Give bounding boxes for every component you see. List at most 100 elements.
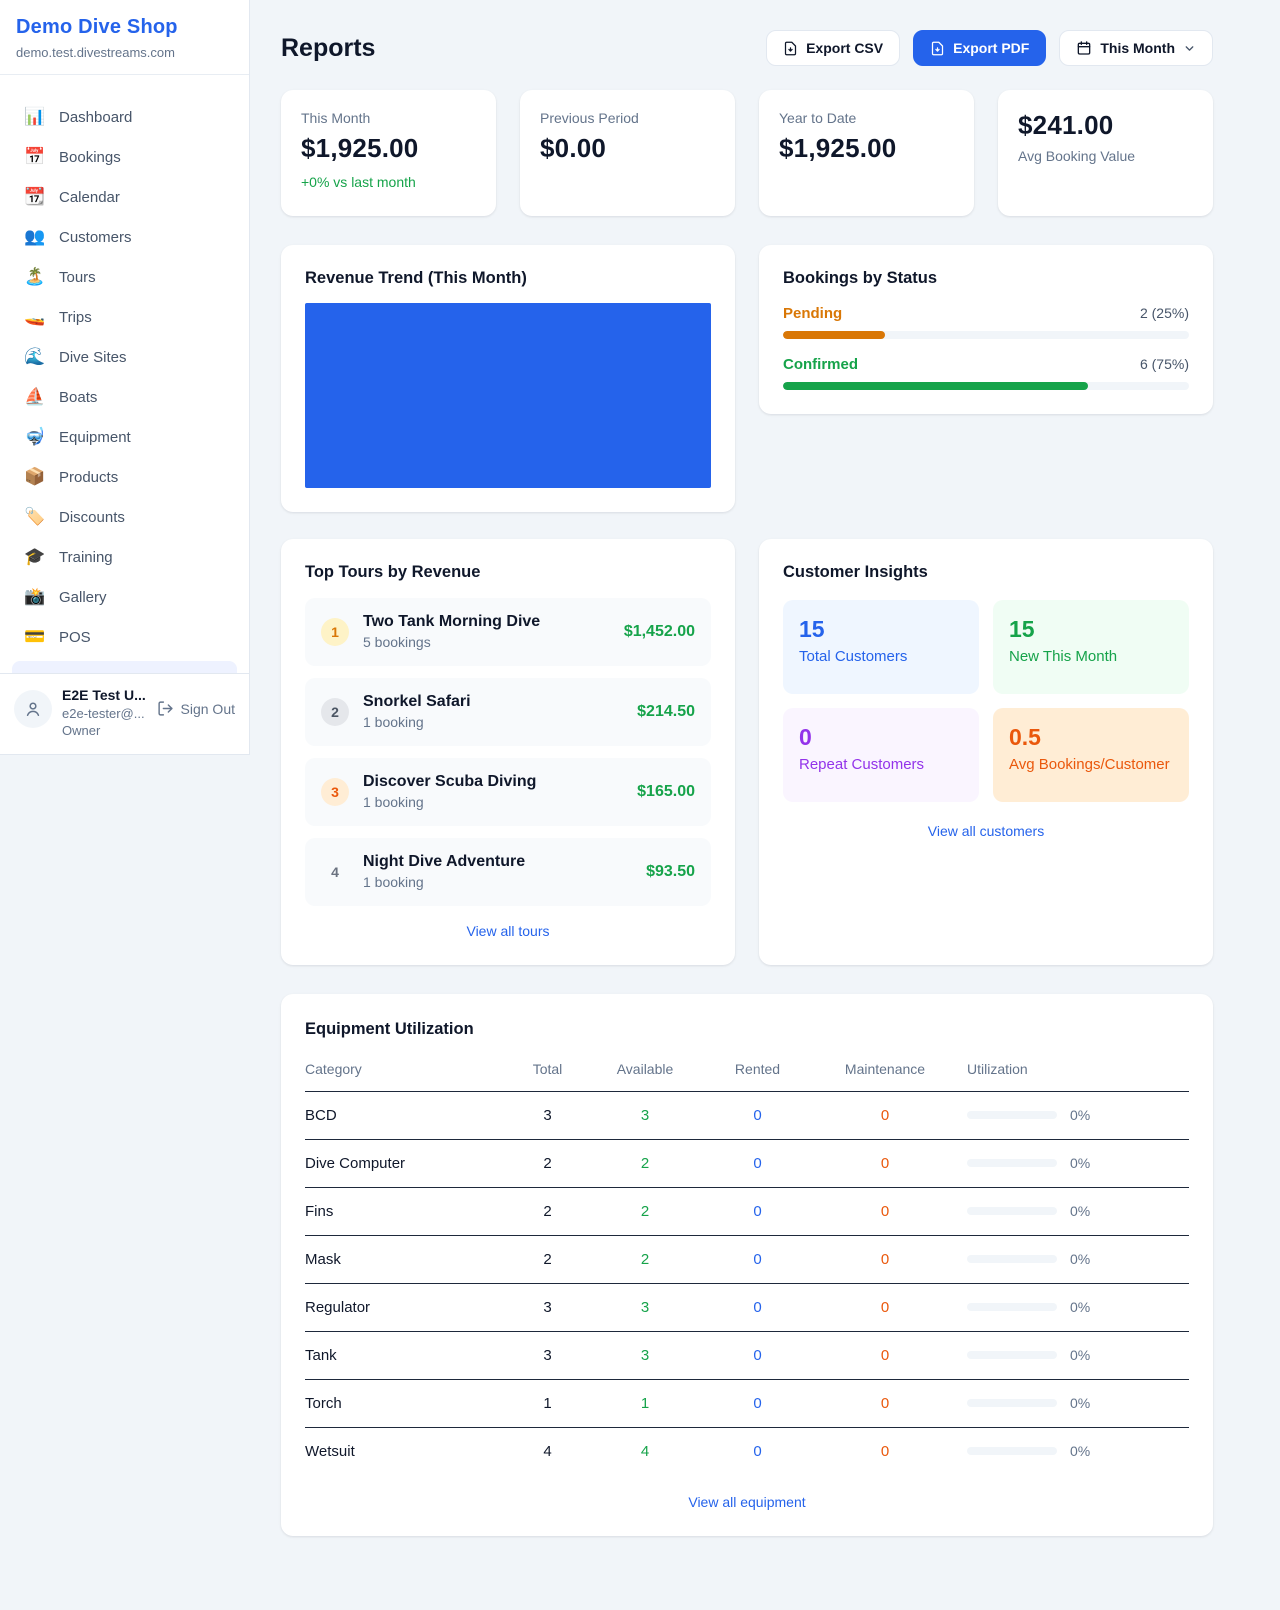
top-tours-title: Top Tours by Revenue [305,563,711,582]
equipment-utilization-title: Equipment Utilization [305,1020,1189,1039]
bookings-icon: 📅 [24,147,46,167]
progress-fill [783,382,1088,390]
utilization-bar [967,1303,1057,1311]
tour-amount: $93.50 [646,863,695,881]
discounts-icon: 🏷️ [24,507,46,527]
sidebar-item-dashboard[interactable]: 📊Dashboard [12,97,237,137]
products-icon: 📦 [24,467,46,487]
progress-track [783,382,1189,390]
sidebar-item-customers[interactable]: 👥Customers [12,217,237,257]
charts-row: Revenue Trend (This Month) Bookings by S… [281,245,1213,512]
table-row: Dive Computer 2 2 0 0 0% [305,1139,1189,1187]
sidebar-item-pos[interactable]: 💳POS [12,617,237,657]
tour-bookings: 1 booking [363,713,471,733]
stat-card-year-to-date: Year to Date $1,925.00 [759,90,974,216]
revenue-trend-chart [305,303,711,488]
table-row: Wetsuit 4 4 0 0 0% [305,1427,1189,1475]
pos-icon: 💳 [24,627,46,647]
sidebar-item-trips[interactable]: 🚤Trips [12,297,237,337]
tour-row[interactable]: 2 Snorkel Safari1 booking $214.50 [305,678,711,746]
stat-trend-note: +0% vs last month [301,174,476,190]
sidebar-item-calendar[interactable]: 📆Calendar [12,177,237,217]
calendar-icon: 📆 [24,187,46,207]
table-row: Torch 1 1 0 0 0% [305,1379,1189,1427]
sidebar-item-training[interactable]: 🎓Training [12,537,237,577]
status-item-pending: Pending 2 (25%) [783,305,1189,339]
sidebar-item-equipment[interactable]: 🤿Equipment [12,417,237,457]
sidebar-item-dive-sites[interactable]: 🌊Dive Sites [12,337,237,377]
status-count: 6 (75%) [1140,356,1189,372]
app-root: Demo Dive Shop demo.test.divestreams.com… [0,0,1280,1596]
table-row: Fins 2 2 0 0 0% [305,1187,1189,1235]
chevron-down-icon [1183,42,1196,55]
sign-out-button[interactable]: Sign Out [157,700,235,717]
training-icon: 🎓 [24,547,46,567]
sidebar-item-discounts[interactable]: 🏷️Discounts [12,497,237,537]
tour-row[interactable]: 3 Discover Scuba Diving1 booking $165.00 [305,758,711,826]
customer-insights-title: Customer Insights [783,563,1189,582]
tour-row[interactable]: 4 Night Dive Adventure1 booking $93.50 [305,838,711,906]
calendar-icon [1076,40,1092,56]
export-pdf-button[interactable]: Export PDF [913,30,1046,66]
status-label: Confirmed [783,356,858,373]
insight-tile-avg-bookings: 0.5 Avg Bookings/Customer [993,708,1189,802]
page-header: Reports Export CSV Export PDF This Month [281,30,1213,66]
sidebar: Demo Dive Shop demo.test.divestreams.com… [0,0,250,755]
person-icon [23,699,43,719]
progress-track [783,331,1189,339]
trips-icon: 🚤 [24,307,46,327]
utilization-bar [967,1159,1057,1167]
bookings-by-status-panel: Bookings by Status Pending 2 (25%) Confi… [759,245,1213,414]
status-label: Pending [783,305,842,322]
user-footer: E2E Test U... e2e-tester@... Owner Sign … [0,673,249,754]
utilization-bar [967,1207,1057,1215]
table-row: Tank 3 3 0 0 0% [305,1331,1189,1379]
tour-amount: $214.50 [637,703,695,721]
file-download-icon [930,41,945,56]
stats-grid: This Month $1,925.00 +0% vs last month P… [281,90,1213,216]
insight-tile-new-this-month: 15 New This Month [993,600,1189,694]
user-name: E2E Test U... [62,686,146,705]
bookings-by-status-title: Bookings by Status [783,269,1189,288]
stat-value: $241.00 [1018,110,1193,141]
utilization-bar [967,1111,1057,1119]
tour-name: Night Dive Adventure [363,851,525,873]
sidebar-item-tours[interactable]: 🏝️Tours [12,257,237,297]
tour-bookings: 1 booking [363,873,525,893]
view-all-equipment-link[interactable]: View all equipment [688,1494,805,1510]
rank-badge: 3 [321,778,349,806]
tour-amount: $1,452.00 [624,623,695,641]
sidebar-item-products[interactable]: 📦Products [12,457,237,497]
stat-card-previous-period: Previous Period $0.00 [520,90,735,216]
sidebar-item-gallery[interactable]: 📸Gallery [12,577,237,617]
utilization-bar [967,1447,1057,1455]
progress-fill [783,331,885,339]
view-all-tours-link[interactable]: View all tours [466,923,549,939]
export-csv-button[interactable]: Export CSV [766,30,900,66]
gallery-icon: 📸 [24,587,46,607]
tour-list: 1 Two Tank Morning Dive5 bookings $1,452… [305,598,711,906]
top-tours-panel: Top Tours by Revenue 1 Two Tank Morning … [281,539,735,965]
logout-icon [157,700,174,717]
view-all-customers-link[interactable]: View all customers [928,823,1044,839]
avatar [14,690,52,728]
sidebar-item-boats[interactable]: ⛵Boats [12,377,237,417]
customers-icon: 👥 [24,227,46,247]
header-actions: Export CSV Export PDF This Month [766,30,1213,66]
boats-icon: ⛵ [24,387,46,407]
tour-row[interactable]: 1 Two Tank Morning Dive5 bookings $1,452… [305,598,711,666]
user-info: E2E Test U... e2e-tester@... Owner [62,686,146,740]
stat-value: $1,925.00 [301,133,476,164]
sidebar-item-active-partial[interactable] [12,661,237,673]
file-download-icon [783,41,798,56]
tour-bookings: 1 booking [363,793,536,813]
tour-amount: $165.00 [637,783,695,801]
stat-card-this-month: This Month $1,925.00 +0% vs last month [281,90,496,216]
period-select-button[interactable]: This Month [1059,30,1213,66]
dive-sites-icon: 🌊 [24,347,46,367]
tours-icon: 🏝️ [24,267,46,287]
sidebar-item-bookings[interactable]: 📅Bookings [12,137,237,177]
utilization-bar [967,1255,1057,1263]
dashboard-icon: 📊 [24,107,46,127]
status-item-confirmed: Confirmed 6 (75%) [783,356,1189,390]
